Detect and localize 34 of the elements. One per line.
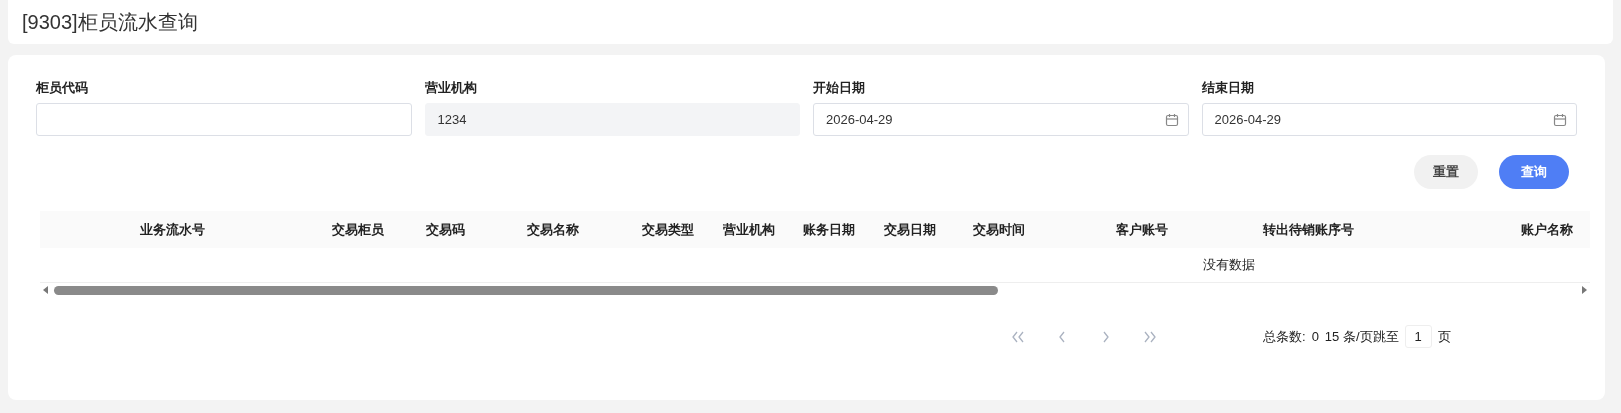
date-field[interactable]: 2026-04-29 [813,103,1189,136]
total-count: 0 [1311,329,1319,344]
column-header: 交易码 [424,220,466,239]
calendar-icon [1553,112,1567,127]
reset-button[interactable]: 重置 [1414,155,1478,189]
column-header: 业务流水号 [138,220,206,239]
double-chevron-right-icon[interactable] [1143,330,1157,343]
field-label: 营业机构 [424,79,478,97]
date-field[interactable]: 2026-04-29 [1201,103,1577,136]
column-header: 交易柜员 [331,220,385,239]
column-header: 转出待销账序号 [1261,220,1355,239]
page-input[interactable]: 1 [1404,325,1432,348]
scroll-left-icon[interactable] [42,286,50,294]
column-header: 账户名称 [1520,220,1574,239]
column-header: 营业机构 [722,220,776,239]
column-header: 交易日期 [883,220,937,239]
empty-message: 没有数据 [1203,256,1255,274]
input-field[interactable] [36,103,412,136]
column-header: 账务日期 [802,220,856,239]
page-suffix: 页 [1437,327,1451,346]
calendar-icon [1164,112,1179,127]
scroll-right-icon[interactable] [1580,286,1588,294]
total-label: 总条数: [1263,327,1306,346]
column-header: 交易时间 [972,220,1026,239]
column-header: 交易类型 [641,220,695,239]
double-chevron-left-icon[interactable] [1011,330,1025,343]
column-header: 交易名称 [526,220,580,239]
page-title: [9303]柜员流水查询 [22,9,198,35]
query-button[interactable]: 查询 [1499,155,1569,189]
page-size-label: 15 条/页跳至 [1324,327,1399,346]
field-label: 柜员代码 [36,79,89,97]
column-header: 客户账号 [1115,220,1169,239]
field-label: 结束日期 [1201,79,1255,97]
field-label: 开始日期 [813,79,866,97]
